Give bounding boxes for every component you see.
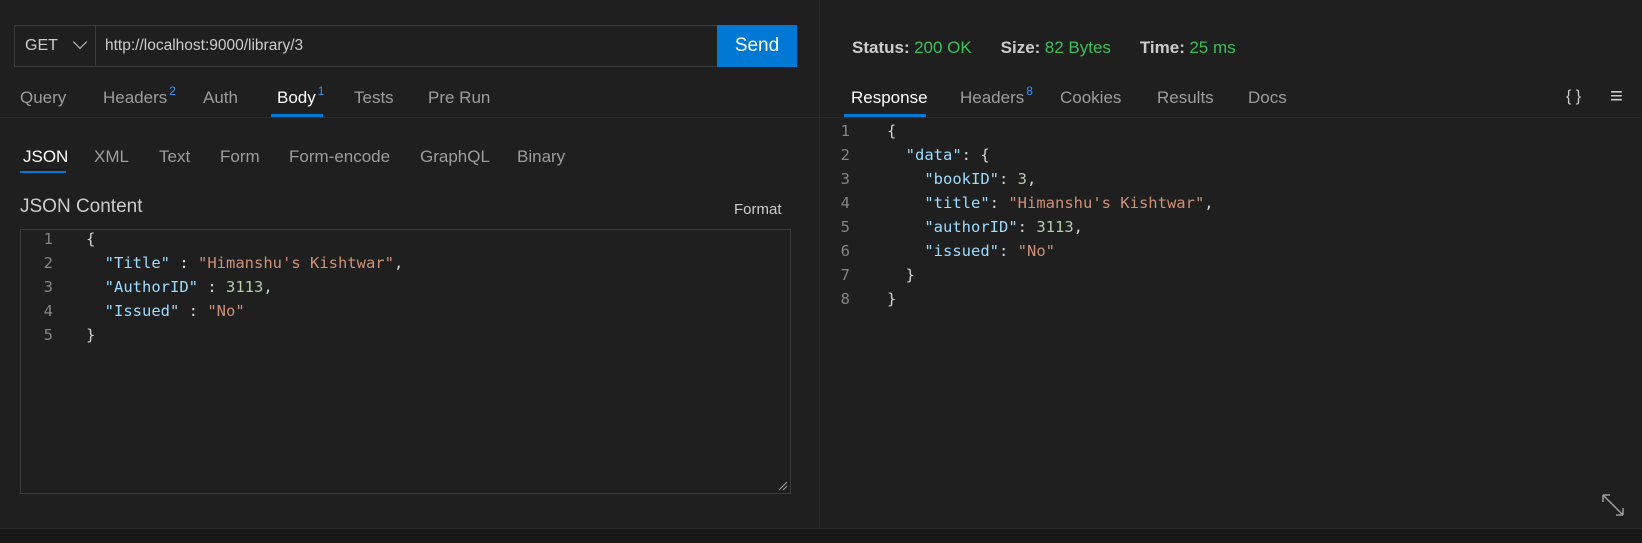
time-value: 25 ms <box>1189 38 1236 57</box>
method-select[interactable]: GET <box>15 26 96 66</box>
tab-pre-run[interactable]: Pre Run <box>428 88 490 108</box>
size-value: 82 Bytes <box>1044 38 1111 57</box>
body-tab-xml[interactable]: XML <box>94 147 129 167</box>
braces-icon[interactable]: { } <box>1566 88 1581 106</box>
format-button[interactable]: Format <box>734 201 782 218</box>
tab-label: Cookies <box>1060 88 1122 107</box>
tab-label: Headers <box>103 88 168 107</box>
code-line: "Issued" : "No" <box>104 302 245 320</box>
request-bar: GET http://localhost:9000/library/3 Send <box>14 25 797 67</box>
code-line: "issued": "No" <box>924 242 1055 260</box>
body-tab-json[interactable]: JSON <box>23 147 68 167</box>
response-status: Status: 200 OK Size: 82 Bytes Time: 25 m… <box>852 38 1236 58</box>
line-number: 6 <box>840 242 850 260</box>
tab-badge: 1 <box>317 84 325 98</box>
method-value: GET <box>25 37 58 54</box>
tab-query[interactable]: Query <box>20 88 66 108</box>
line-number: 4 <box>43 302 53 320</box>
status-value: 200 OK <box>914 38 972 57</box>
status-label: Status: <box>852 38 910 57</box>
tab-badge: 8 <box>1026 84 1033 98</box>
code-line: { <box>86 230 96 248</box>
tab-auth[interactable]: Auth <box>203 88 238 108</box>
tab-label: Pre Run <box>428 88 491 107</box>
resize-handle-icon[interactable] <box>778 481 788 491</box>
response-tabs-divider <box>820 117 1642 118</box>
response-body: 1 { 2 "data": { 3 "bookID": 3, 4 "title"… <box>830 122 1530 322</box>
line-number: 1 <box>43 230 53 248</box>
status-bar <box>0 528 1642 543</box>
code-line: { <box>887 122 897 140</box>
body-tab-form-encode[interactable]: Form-encode <box>289 147 390 167</box>
tab-headers[interactable]: Headers 2 <box>103 84 176 108</box>
tab-badge: 2 <box>169 84 176 98</box>
tab-docs[interactable]: Docs <box>1248 88 1287 108</box>
tab-label: Response <box>851 88 928 107</box>
tab-label: Results <box>1157 88 1214 107</box>
tab-label: Query <box>20 88 67 107</box>
code-line: "authorID": 3113, <box>924 218 1083 236</box>
tab-tests[interactable]: Tests <box>354 88 394 108</box>
line-number: 8 <box>840 290 850 308</box>
code-line: "bookID": 3, <box>924 170 1037 188</box>
url-input[interactable]: http://localhost:9000/library/3 <box>105 26 303 66</box>
tab-label: Docs <box>1248 88 1287 107</box>
body-tab-form[interactable]: Form <box>220 147 260 167</box>
tab-response-headers[interactable]: Headers 8 <box>960 84 1033 108</box>
wrap-lines-icon[interactable]: ≡ <box>1610 83 1623 109</box>
expand-icon[interactable] <box>1600 492 1626 518</box>
size-label: Size: <box>1000 38 1041 57</box>
body-tab-text[interactable]: Text <box>159 147 190 167</box>
tab-label: Headers <box>960 88 1025 107</box>
line-number: 7 <box>840 266 850 284</box>
body-tab-graphql[interactable]: GraphQL <box>420 147 490 167</box>
tab-response[interactable]: Response <box>851 88 928 108</box>
code-line: "title": "Himanshu's Kishtwar", <box>924 194 1214 212</box>
tabs-divider <box>0 117 819 118</box>
code-line: } <box>887 266 915 284</box>
code-line: } <box>86 326 96 344</box>
line-number: 3 <box>840 170 850 188</box>
code-line: "Title" : "Himanshu's Kishtwar", <box>104 254 404 272</box>
json-content-title: JSON Content <box>20 196 143 217</box>
tab-results[interactable]: Results <box>1157 88 1214 108</box>
tab-label: Auth <box>203 88 238 107</box>
tab-label: Tests <box>354 88 394 107</box>
line-number: 1 <box>840 122 850 140</box>
tab-body[interactable]: Body 1 <box>277 84 324 108</box>
line-number: 5 <box>840 218 850 236</box>
tab-cookies[interactable]: Cookies <box>1060 88 1121 108</box>
time-label: Time: <box>1139 38 1185 57</box>
line-number: 2 <box>43 254 53 272</box>
line-number: 2 <box>840 146 850 164</box>
code-line: } <box>887 290 897 308</box>
chevron-down-icon <box>72 34 88 50</box>
tab-label: Body <box>277 88 316 107</box>
code-line: "AuthorID" : 3113, <box>104 278 273 296</box>
json-editor[interactable]: 1 { 2 "Title" : "Himanshu's Kishtwar", 3… <box>20 229 791 494</box>
line-number: 3 <box>43 278 53 296</box>
send-button[interactable]: Send <box>717 25 797 67</box>
body-tab-binary[interactable]: Binary <box>517 147 565 167</box>
line-number: 5 <box>43 326 53 344</box>
line-number: 4 <box>840 194 850 212</box>
active-subtab-indicator <box>20 171 66 173</box>
pane-divider[interactable] <box>819 0 820 530</box>
code-line: "data": { <box>905 146 990 164</box>
